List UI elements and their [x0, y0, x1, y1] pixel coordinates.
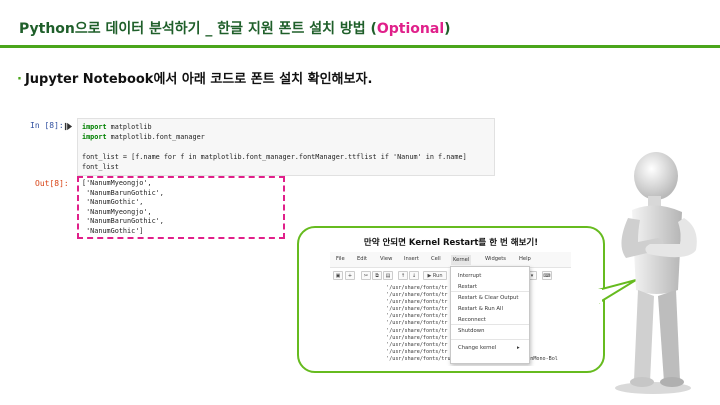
menu-view[interactable]: View [380, 256, 392, 262]
copy-icon[interactable]: ⧉ [372, 271, 382, 280]
code-cell[interactable]: import matplotlib import matplotlib.font_… [77, 118, 495, 176]
input-prompt: In [8]: [30, 121, 64, 130]
menu-kernel[interactable]: Kernel [451, 255, 472, 265]
kernel-menu-item[interactable]: Change kernel [458, 345, 496, 351]
code-line: import matplotlib.font_manager [82, 133, 205, 141]
output-line: 'NanumGothic'] [82, 226, 144, 235]
move-up-icon[interactable]: ↑ [398, 271, 408, 280]
menu-help[interactable]: Help [519, 256, 531, 262]
kernel-dropdown-menu: Interrupt Restart Restart & Clear Output Re… [450, 266, 530, 364]
output-line: 'NanumBarunGothic', [82, 188, 164, 197]
title-optional-text: Optional [376, 21, 445, 37]
menu-file[interactable]: File [336, 256, 345, 262]
bubble-title: 만약 안되면 Kernel Restart를 한 번 해보기! [363, 238, 539, 248]
save-icon[interactable]: ▣ [333, 271, 343, 280]
bullet-text: Jupyter Notebook에서 아래 코드로 폰트 설치 확인해보자. [24, 72, 373, 87]
code-line: import matplotlib [82, 123, 152, 131]
thinking-figure-illustration [615, 152, 697, 394]
output-prompt: Out[8]: [35, 179, 69, 188]
title-close-text: ) [444, 21, 451, 37]
slide-title: Python으로 데이터 분석하기 _ 한글 지원 폰트 설치 방법 (Opti… [19, 18, 451, 38]
kernel-menu-item[interactable]: Reconnect [458, 317, 486, 323]
paste-icon[interactable]: ▤ [383, 271, 393, 280]
kernel-menu-item[interactable]: Restart & Run All [458, 306, 503, 312]
header-divider [0, 45, 720, 48]
menu-separator [451, 291, 529, 292]
title-main-text: Python으로 데이터 분석하기 _ 한글 지원 폰트 설치 방법 ( [19, 21, 377, 37]
code-line: font_list = [f.name for f in matplotlib.… [82, 153, 467, 161]
output-cell: ['NanumMyeongjo', 'NanumBarunGothic', 'N… [77, 176, 285, 239]
output-line: 'NanumMyeongjo', [82, 207, 152, 216]
cut-icon[interactable]: ✂ [361, 271, 371, 280]
output-line: 'NanumBarunGothic', [82, 217, 164, 225]
run-cell-icon[interactable] [64, 122, 73, 131]
menu-insert[interactable]: Insert [404, 256, 419, 262]
menu-widgets[interactable]: Widgets [485, 256, 506, 262]
keyboard-icon[interactable]: ⌨ [542, 271, 552, 280]
move-down-icon[interactable]: ↓ [409, 271, 419, 280]
bullet-point: · Jupyter Notebook에서 아래 코드로 폰트 설치 확인해보자. [17, 68, 372, 87]
add-cell-icon[interactable]: + [345, 271, 355, 280]
run-button[interactable]: ▶ Run [423, 271, 447, 280]
menu-cell[interactable]: Cell [431, 256, 441, 262]
code-line: font_list [82, 163, 119, 171]
menu-separator [451, 324, 529, 325]
output-line: ['NanumMyeongjo', [82, 179, 152, 187]
kernel-menu-item[interactable]: Restart [458, 284, 477, 290]
output-line: 'NanumGothic', [82, 198, 144, 206]
slide-header: Python으로 데이터 분석하기 _ 한글 지원 폰트 설치 방법 (Opti… [0, 0, 720, 50]
kernel-menu-item[interactable]: Shutdown [458, 328, 484, 334]
menu-edit[interactable]: Edit [357, 256, 367, 262]
bullet-marker: · [17, 72, 22, 87]
kernel-menu-item[interactable]: Restart & Clear Output [458, 295, 518, 301]
submenu-arrow-icon: ▸ [517, 345, 520, 351]
jupyter-screenshot: File Edit View Insert Cell Kernel Widgets Help … [330, 252, 571, 366]
menu-separator [451, 339, 529, 340]
kernel-menu-item[interactable]: Interrupt [458, 273, 481, 279]
